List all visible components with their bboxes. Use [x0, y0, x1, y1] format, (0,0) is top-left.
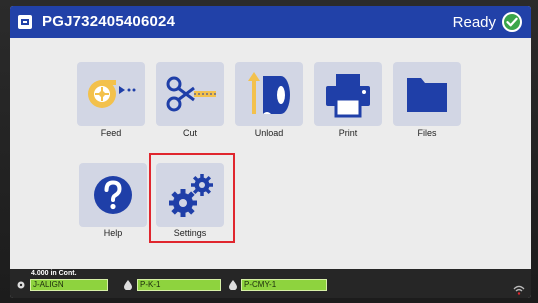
cut-button[interactable] — [156, 62, 224, 126]
check-circle-icon — [502, 12, 522, 32]
print-button[interactable] — [314, 62, 382, 126]
folder-icon — [407, 78, 447, 112]
wifi-icon — [513, 285, 525, 295]
ink-drop-icon — [229, 280, 237, 290]
feed-button[interactable] — [77, 62, 145, 126]
help-label: Help — [103, 228, 123, 238]
media-length-text: 4.000 in Cont. — [31, 270, 77, 277]
touch-screen: PGJ732405406024 Ready Feed Cut Unload Pr… — [10, 6, 531, 298]
unload-icon — [248, 72, 290, 114]
print-label: Print — [338, 128, 358, 138]
unload-label: Unload — [254, 128, 284, 138]
media-status-bar: 4.000 in Cont. J-ALIGN P-K-1 P-CMY-1 — [10, 269, 531, 298]
scissors-icon — [166, 76, 216, 112]
media-slot-black[interactable]: P-K-1 — [137, 279, 221, 291]
feed-icon — [88, 80, 136, 108]
printer-status-icon — [18, 15, 32, 29]
files-label: Files — [417, 128, 437, 138]
label-roll-icon — [17, 281, 25, 289]
feed-label: Feed — [100, 128, 122, 138]
help-icon — [94, 176, 132, 214]
header-bar: PGJ732405406024 Ready — [10, 6, 531, 38]
printer-serial: PGJ732405406024 — [42, 13, 176, 30]
status-text: Ready — [452, 14, 496, 31]
settings-highlight-box — [149, 153, 235, 243]
media-slot-label[interactable]: J-ALIGN — [30, 279, 108, 291]
printer-icon — [326, 74, 370, 118]
files-button[interactable] — [393, 62, 461, 126]
cut-label: Cut — [182, 128, 197, 138]
unload-button[interactable] — [235, 62, 303, 126]
help-button[interactable] — [79, 163, 147, 227]
media-slot-color[interactable]: P-CMY-1 — [241, 279, 327, 291]
ink-drop-icon — [124, 280, 132, 290]
